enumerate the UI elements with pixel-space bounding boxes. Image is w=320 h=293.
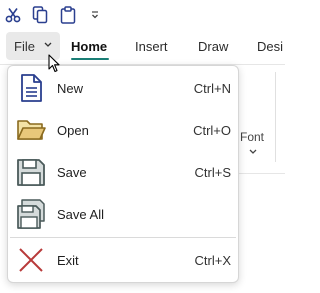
menu-item-shortcut: Ctrl+O	[193, 123, 231, 138]
menu-item-shortcut: Ctrl+N	[193, 81, 231, 96]
menu-separator	[10, 237, 236, 238]
menu-item-label: Open	[57, 123, 89, 138]
tab-draw[interactable]: Draw	[198, 39, 228, 54]
ribbon-bottom-divider	[238, 173, 285, 174]
menu-item-exit[interactable]: Exit Ctrl+X	[8, 240, 238, 280]
ribbon-group-separator	[275, 72, 276, 162]
menu-item-new[interactable]: New Ctrl+N	[8, 68, 238, 108]
menu-item-label: Save All	[57, 207, 104, 222]
tab-design[interactable]: Desi	[257, 39, 283, 54]
tab-home[interactable]: Home	[71, 39, 107, 54]
customize-chevron-icon	[92, 11, 98, 19]
floppy-disk-icon	[17, 159, 45, 186]
tab-insert[interactable]: Insert	[135, 39, 168, 54]
clipboard-icon	[60, 6, 76, 24]
menu-item-save-all[interactable]: Save All	[8, 194, 238, 234]
file-menu-label: File	[14, 38, 35, 54]
new-document-icon	[21, 74, 42, 102]
chevron-down-icon[interactable]	[248, 148, 258, 156]
close-x-icon	[19, 248, 43, 272]
copy-icon	[32, 6, 48, 24]
file-menu: New Ctrl+N Open Ctrl+O Save Ctrl+S Save …	[7, 65, 239, 283]
folder-open-icon	[17, 120, 46, 140]
mouse-cursor-icon	[48, 54, 60, 73]
menu-item-shortcut: Ctrl+X	[194, 253, 231, 268]
font-group-label[interactable]: Font	[240, 130, 264, 144]
chevron-down-icon	[44, 42, 52, 47]
menu-item-label: Exit	[57, 253, 79, 268]
menu-item-shortcut: Ctrl+S	[194, 165, 231, 180]
menu-item-label: Save	[57, 165, 87, 180]
menu-item-label: New	[57, 81, 84, 96]
cut-button[interactable]	[3, 4, 23, 26]
active-tab-indicator	[71, 58, 109, 60]
menu-item-open[interactable]: Open Ctrl+O	[8, 110, 238, 150]
paste-button[interactable]	[58, 4, 78, 26]
menu-item-save[interactable]: Save Ctrl+S	[8, 152, 238, 192]
ribbon-tab-bar: File Home Insert Draw Desi	[0, 30, 285, 64]
save-all-icon	[17, 199, 45, 229]
quick-access-toolbar	[0, 0, 285, 30]
customize-toolbar-button[interactable]	[88, 4, 102, 26]
scissors-icon	[5, 8, 21, 23]
copy-button[interactable]	[30, 4, 50, 26]
